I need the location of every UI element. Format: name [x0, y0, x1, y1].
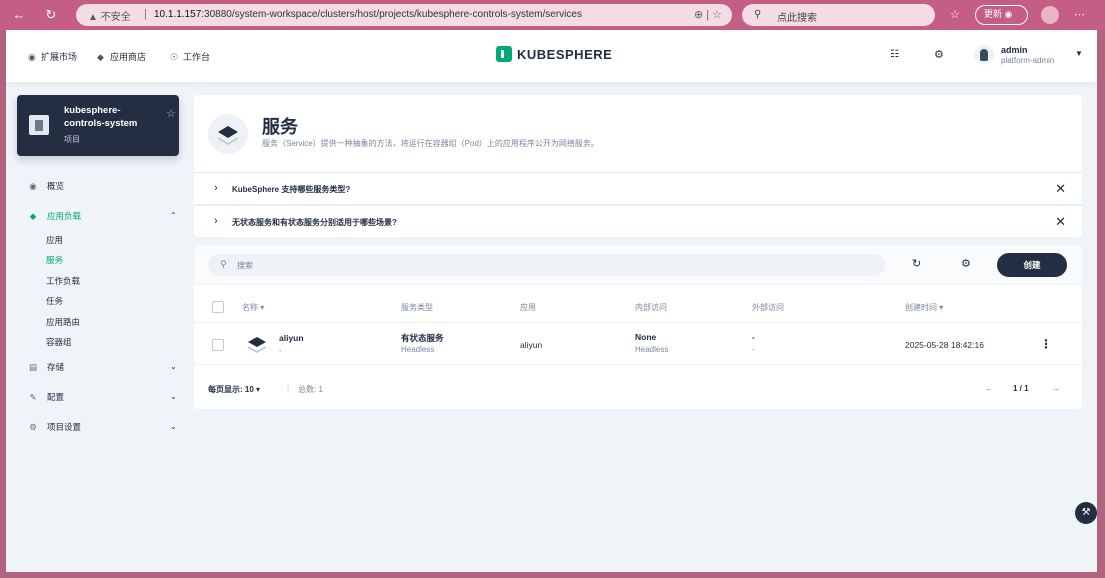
search-input[interactable]: ⚲ 搜索: [208, 254, 885, 276]
page-header: 服务 服务（Service）提供一种抽象的方法，将运行在容器组（Pod）上的应用…: [194, 95, 1082, 172]
sidebar-item-settings[interactable]: ⚙ 项目设置: [27, 421, 81, 433]
chevron-right-icon: ›: [214, 182, 218, 194]
overview-icon: ◉: [29, 181, 37, 191]
sort-down-icon: ▾: [939, 303, 944, 312]
chevron-down-icon: ▼: [1075, 49, 1083, 58]
update-button[interactable]: 更新 ◉: [975, 5, 1028, 25]
project-icon: [29, 115, 49, 135]
chevron-up-icon[interactable]: ⌃: [170, 211, 177, 220]
table-header: 名称 ▾ 服务类型 应用 内部访问 外部访问 创建时间 ▾: [194, 293, 1082, 323]
app-workload-icon: ◆: [29, 211, 37, 221]
browser-search-bar[interactable]: ⚲ 点此搜索: [742, 4, 935, 26]
select-all-checkbox[interactable]: [212, 301, 224, 313]
nav-workbench[interactable]: ☉ 工作台: [170, 50, 210, 63]
column-name[interactable]: 名称 ▾: [242, 302, 264, 313]
sidebar-sub-ingresses[interactable]: 应用路由: [46, 316, 80, 328]
apps-grid-icon[interactable]: ☷: [890, 49, 899, 60]
list-toolbar: ⚲ 搜索 ↻ ⚙ 创建: [194, 245, 1082, 285]
sidebar-sub-apps[interactable]: 应用: [46, 234, 63, 246]
chevron-down-icon[interactable]: ⌄: [170, 362, 177, 371]
toolbox-button[interactable]: ⚒: [1075, 502, 1097, 524]
sort-down-icon: ▾: [260, 303, 265, 312]
nav-extension-market[interactable]: ◉ 扩展市场: [28, 50, 77, 63]
refresh-icon[interactable]: ↻: [912, 257, 921, 270]
gear-icon[interactable]: ⚙: [961, 257, 971, 270]
sidebar-sub-workloads[interactable]: 工作负载: [46, 275, 80, 287]
avatar: [974, 45, 994, 65]
search-icon: ⚲: [754, 9, 762, 20]
app-store-icon: ◆: [97, 52, 104, 62]
close-icon[interactable]: ✕: [1055, 214, 1066, 230]
chevron-down-icon[interactable]: ⌄: [170, 392, 177, 401]
profile-avatar[interactable]: [1041, 6, 1059, 24]
create-button[interactable]: 创建: [997, 253, 1067, 277]
table-row[interactable]: aliyun - 有状态服务 Headless aliyun None Head…: [194, 325, 1082, 365]
top-navigation: ◉ 扩展市场 ◆ 应用商店 ☉ 工作台 KUBESPHERE ☷ ⚙ admin pl…: [6, 30, 1097, 82]
page-description: 服务（Service）提供一种抽象的方法，将运行在容器组（Pod）上的应用程序公…: [262, 139, 599, 148]
page-indicator: 1 / 1: [1013, 384, 1029, 393]
warning-icon: ▲ 不安全: [88, 12, 131, 23]
gear-icon[interactable]: ⚙: [934, 48, 944, 61]
extension-icon: ◉: [28, 52, 36, 62]
row-checkbox[interactable]: [212, 339, 224, 351]
address-bar[interactable]: ▲ 不安全 | 10.1.1.157:30880/system-workspac…: [76, 4, 732, 26]
sidebar-item-config[interactable]: ✎ 配置: [27, 391, 64, 403]
favorites-icon[interactable]: ☆: [950, 4, 960, 26]
star-icon[interactable]: ☆: [166, 107, 176, 120]
pagination: 每页显示: 10 ▾ | 总数: 1 ← 1 / 1 →: [208, 384, 1060, 395]
sidebar-item-overview[interactable]: ◉ 概览: [27, 180, 64, 192]
sidebar-sub-jobs[interactable]: 任务: [46, 295, 63, 307]
next-page-icon[interactable]: →: [1052, 384, 1060, 393]
service-name-link[interactable]: aliyun: [279, 333, 304, 343]
column-internal-access: 内部访问: [635, 303, 667, 312]
column-external-access: 外部访问: [752, 303, 784, 312]
column-app: 应用: [520, 303, 536, 312]
config-icon: ✎: [29, 392, 37, 402]
url-text: 10.1.1.157:30880/system-workspace/cluste…: [154, 9, 582, 20]
project-card[interactable]: kubesphere-controls-system 项目 ☆: [17, 95, 179, 156]
service-icon: [246, 335, 268, 355]
chevron-right-icon: ›: [214, 215, 218, 227]
close-icon[interactable]: ✕: [1055, 181, 1066, 197]
app-link[interactable]: aliyun: [520, 340, 542, 350]
more-icon[interactable]: ⋯: [1074, 4, 1085, 26]
more-actions-icon[interactable]: ⋮: [1040, 337, 1052, 351]
sidebar-sub-pods[interactable]: 容器组: [46, 336, 72, 348]
workbench-icon: ☉: [170, 52, 179, 62]
tip-service-types[interactable]: › KubeSphere 支持哪些服务类型? ✕: [194, 172, 1082, 204]
sidebar-item-storage[interactable]: ▤ 存储: [27, 361, 64, 373]
settings-icon: ⚙: [29, 422, 37, 432]
zoom-icon[interactable]: ⊕ | ☆: [694, 8, 722, 21]
chevron-down-icon[interactable]: ⌄: [170, 422, 177, 431]
per-page-select[interactable]: 每页显示: 10 ▾: [208, 384, 260, 395]
console-page: ◉ 扩展市场 ◆ 应用商店 ☉ 工作台 KUBESPHERE ☷ ⚙ admin pl…: [6, 30, 1097, 572]
kubesphere-logo-icon: [496, 46, 512, 62]
search-icon: ⚲: [220, 259, 227, 269]
sidebar-item-app-workload[interactable]: ◆ 应用负载: [27, 210, 81, 222]
reload-icon[interactable]: ↻: [42, 6, 60, 24]
back-icon[interactable]: ←: [10, 6, 28, 24]
column-type: 服务类型: [401, 303, 433, 312]
kubesphere-logo[interactable]: KUBESPHERE: [496, 46, 612, 66]
page-title: 服务: [262, 117, 298, 137]
service-icon: [208, 114, 248, 154]
total-count: 总数: 1: [298, 385, 323, 394]
tip-stateless-stateful[interactable]: › 无状态服务和有状态服务分别适用于哪些场景? ✕: [194, 205, 1082, 237]
prev-page-icon[interactable]: ←: [985, 384, 993, 393]
storage-icon: ▤: [28, 362, 38, 372]
nav-app-store[interactable]: ◆ 应用商店: [97, 50, 146, 63]
sidebar-sub-services[interactable]: 服务: [46, 254, 63, 266]
service-list: ⚲ 搜索 ↻ ⚙ 创建 名称 ▾ 服务类型 应用 内部访问 外部访问 创建时间 …: [194, 245, 1082, 409]
column-created[interactable]: 创建时间 ▾: [905, 302, 943, 313]
browser-toolbar: ← ↻ ▲ 不安全 | 10.1.1.157:30880/system-work…: [0, 0, 1105, 30]
